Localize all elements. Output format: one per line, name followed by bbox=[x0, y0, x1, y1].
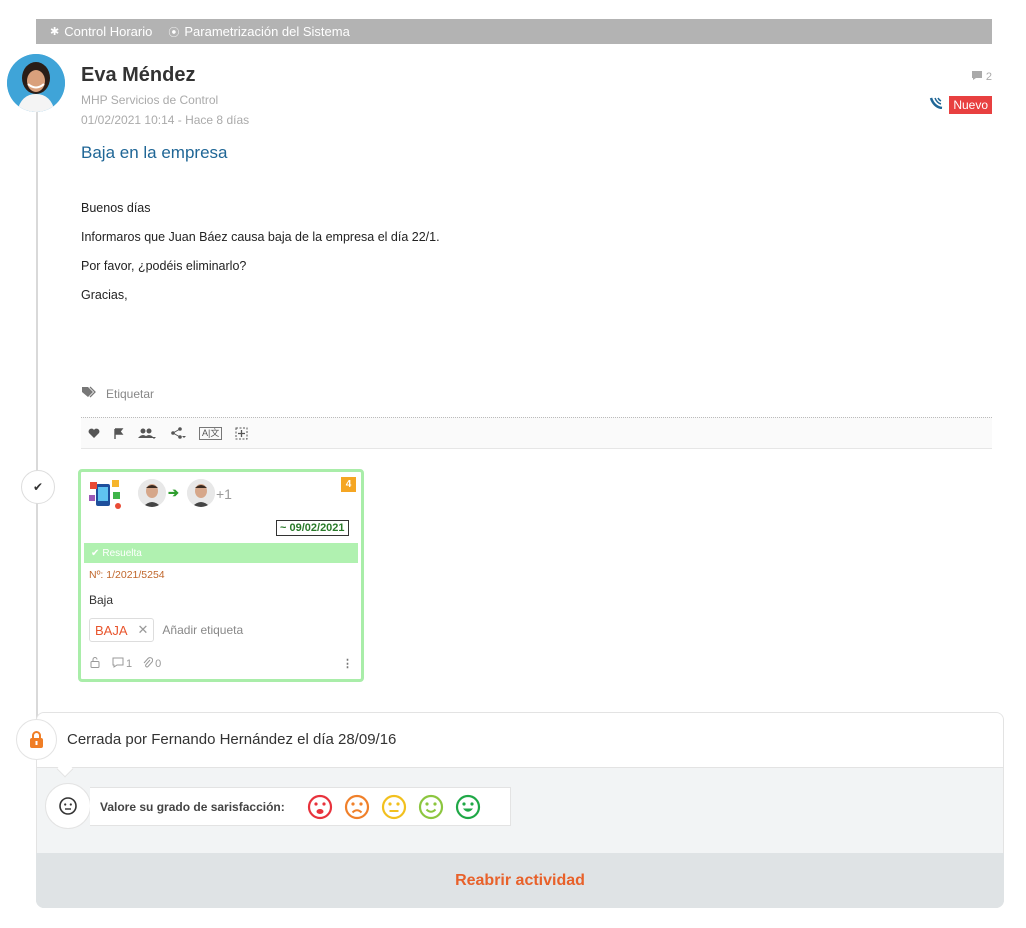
paperclip-icon bbox=[143, 656, 154, 671]
users-dropdown-icon[interactable] bbox=[137, 427, 157, 440]
body-line: Gracias, bbox=[81, 288, 128, 302]
assignee-avatar[interactable] bbox=[187, 479, 215, 507]
body-line: Informaros que Juan Báez causa baja de l… bbox=[81, 230, 440, 244]
card-status: ✔ Resuelta bbox=[84, 543, 358, 563]
arrow-right-icon: ➔ bbox=[168, 485, 179, 500]
body-line: Por favor, ¿podéis eliminarlo? bbox=[81, 259, 247, 273]
check-icon: ✔ bbox=[21, 470, 55, 504]
comment-count-value: 2 bbox=[985, 71, 992, 83]
author-name: Eva Méndez bbox=[81, 64, 196, 86]
remove-tag-icon[interactable]: ✕ bbox=[138, 622, 149, 638]
card-footer: 1 0 ⋮ bbox=[89, 656, 353, 671]
rating-very-happy-icon[interactable] bbox=[455, 794, 481, 820]
activity-card[interactable]: ➔ +1 4 ~ 09/02/2021 ✔ Resuelta Nº: 1/202… bbox=[78, 469, 364, 682]
card-comments-value: 1 bbox=[126, 657, 133, 670]
avatar[interactable] bbox=[7, 54, 65, 112]
rating-unhappy-icon[interactable] bbox=[344, 794, 370, 820]
status-badge: Nuevo bbox=[949, 96, 992, 114]
comment-icon bbox=[971, 70, 983, 84]
assignee-avatar[interactable] bbox=[138, 479, 166, 507]
tag-chip-label: BAJA bbox=[95, 622, 128, 638]
unlock-icon[interactable] bbox=[89, 656, 101, 671]
reopen-bar: Reabrir actividad bbox=[36, 853, 1004, 908]
flag-icon[interactable] bbox=[113, 427, 124, 439]
post-body: Buenos días Informaros que Juan Báez cau… bbox=[81, 194, 440, 310]
rating-faces bbox=[307, 794, 481, 820]
card-attachments[interactable]: 0 bbox=[143, 656, 162, 671]
apps-illustration-icon bbox=[88, 478, 124, 512]
rating-label: Valore su grado de sarisfacción: bbox=[100, 799, 285, 814]
post-subject: Baja en la empresa bbox=[81, 143, 228, 162]
translate-button[interactable]: A|文 bbox=[199, 426, 223, 440]
tools-icon: ✱ bbox=[50, 26, 60, 38]
satisfaction-rating: Valore su grado de sarisfacción: bbox=[90, 787, 511, 826]
card-menu-icon[interactable]: ⋮ bbox=[342, 657, 353, 670]
closure-text: Cerrada por Fernando Hernández el día 28… bbox=[67, 731, 397, 748]
heart-icon[interactable] bbox=[88, 428, 100, 439]
comment-count[interactable]: 2 bbox=[971, 70, 992, 84]
breadcrumb-item-control-horario[interactable]: ✱ Control Horario bbox=[50, 24, 152, 39]
closure-header: Cerrada por Fernando Hernández el día 28… bbox=[37, 713, 1003, 768]
satisfaction-icon bbox=[45, 783, 91, 829]
card-number: Nº: 1/2021/5254 bbox=[89, 569, 165, 581]
reopen-activity-button[interactable]: Reabrir actividad bbox=[455, 872, 585, 890]
tag-chip: BAJA ✕ bbox=[89, 618, 155, 642]
check-icon: ✔ bbox=[91, 547, 100, 559]
target-icon: ⦿ bbox=[168, 26, 180, 39]
breadcrumb: ✱ Control Horario ⦿ Parametrización del … bbox=[36, 19, 992, 44]
card-comments[interactable]: 1 bbox=[112, 657, 132, 671]
tags-icon bbox=[81, 386, 97, 401]
share-dropdown-icon[interactable] bbox=[170, 427, 186, 439]
card-attachments-value: 0 bbox=[155, 657, 162, 670]
card-title: Baja bbox=[89, 593, 114, 607]
more-assignees[interactable]: +1 bbox=[216, 486, 232, 502]
breadcrumb-label: Parametrización del Sistema bbox=[184, 24, 350, 39]
card-tags: BAJA ✕ Añadir etiqueta bbox=[89, 618, 243, 642]
body-line: Buenos días bbox=[81, 201, 151, 215]
due-date: ~ 09/02/2021 bbox=[276, 520, 349, 536]
tag-post-button[interactable]: Etiquetar bbox=[81, 386, 154, 401]
lock-icon bbox=[16, 719, 57, 760]
breadcrumb-label: Control Horario bbox=[64, 24, 153, 39]
phone-signal-icon bbox=[929, 96, 944, 114]
post-toolbar: A|文 bbox=[81, 417, 992, 449]
author-company: MHP Servicios de Control bbox=[81, 93, 219, 107]
timeline-line bbox=[36, 110, 38, 722]
tag-label: Etiquetar bbox=[106, 386, 155, 401]
rating-neutral-icon[interactable] bbox=[381, 794, 407, 820]
card-count-badge: 4 bbox=[341, 477, 356, 492]
rating-very-unhappy-icon[interactable] bbox=[307, 794, 333, 820]
expand-icon[interactable] bbox=[235, 427, 248, 440]
breadcrumb-item-parametrizacion[interactable]: ⦿ Parametrización del Sistema bbox=[168, 24, 349, 40]
post-date: 01/02/2021 10:14 - Hace 8 días bbox=[81, 113, 250, 127]
card-status-label: Resuelta bbox=[102, 547, 142, 559]
rating-happy-icon[interactable] bbox=[418, 794, 444, 820]
comment-icon bbox=[112, 657, 124, 671]
status-area: Nuevo bbox=[929, 96, 992, 114]
add-tag-input[interactable]: Añadir etiqueta bbox=[162, 623, 243, 637]
